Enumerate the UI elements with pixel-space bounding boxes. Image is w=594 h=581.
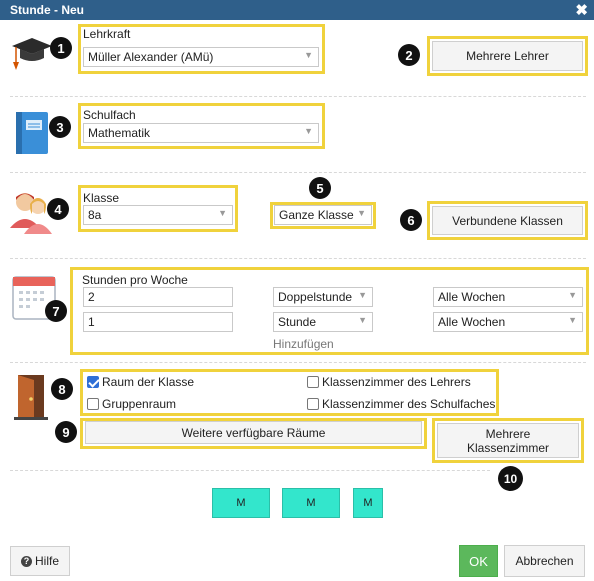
close-icon[interactable]: ✖ [575, 1, 588, 19]
help-button[interactable]: ? Hilfe [10, 546, 70, 576]
more-rooms-button[interactable]: Weitere verfügbare Räume [85, 421, 422, 444]
cancel-button[interactable]: Abbrechen [504, 545, 585, 577]
separator [10, 96, 586, 97]
teacher-select[interactable]: Müller Alexander (AMü) ▼ [83, 47, 319, 67]
hours-weeks-select[interactable]: Alle Wochen ▼ [433, 287, 583, 307]
checkbox[interactable] [307, 398, 319, 410]
subject-select-value: Mathematik [88, 126, 151, 140]
separator [10, 258, 586, 259]
hours-count-input[interactable]: 1 [83, 312, 233, 332]
checkbox-label: Klassenzimmer des Schulfaches [322, 397, 496, 411]
marker-button[interactable]: M [212, 488, 270, 518]
chevron-down-icon: ▼ [218, 208, 227, 218]
hours-weeks-value: Alle Wochen [438, 315, 506, 329]
multi-classrooms-button[interactable]: Mehrere Klassenzimmer [437, 423, 579, 458]
marker-button[interactable]: M [353, 488, 383, 518]
people-icon [10, 188, 52, 236]
chevron-down-icon: ▼ [358, 290, 367, 300]
room-option-subject[interactable]: Klassenzimmer des Schulfaches [307, 397, 495, 411]
hours-label: Stunden pro Woche [82, 273, 188, 287]
chevron-down-icon: ▼ [357, 208, 366, 218]
chevron-down-icon: ▼ [568, 315, 577, 325]
chevron-down-icon: ▼ [568, 290, 577, 300]
hours-weeks-select[interactable]: Alle Wochen ▼ [433, 312, 583, 332]
badge-5: 5 [309, 177, 331, 199]
linked-classes-button[interactable]: Verbundene Klassen [432, 206, 583, 235]
badge-9: 9 [55, 421, 77, 443]
multi-teacher-button[interactable]: Mehrere Lehrer [432, 41, 583, 71]
separator [10, 172, 586, 173]
door-icon [14, 372, 50, 420]
room-option-group[interactable]: Gruppenraum [87, 397, 176, 411]
checkbox-label: Gruppenraum [102, 397, 177, 411]
class-scope-select[interactable]: Ganze Klasse ▼ [274, 205, 372, 225]
hours-type-value: Doppelstunde [278, 290, 353, 304]
hours-type-select[interactable]: Doppelstunde ▼ [273, 287, 373, 307]
book-icon [13, 110, 53, 156]
graduation-cap-icon [10, 32, 54, 74]
hours-count-input[interactable]: 2 [83, 287, 233, 307]
hours-type-value: Stunde [278, 315, 317, 329]
checkbox-label: Klassenzimmer des Lehrers [322, 375, 471, 389]
badge-6: 6 [400, 209, 422, 231]
class-scope-value: Ganze Klasse [279, 208, 354, 222]
ok-button[interactable]: OK [459, 545, 498, 577]
checkbox[interactable] [87, 398, 99, 410]
chevron-down-icon: ▼ [358, 315, 367, 325]
class-label: Klasse [83, 191, 120, 205]
room-option-class[interactable]: Raum der Klasse [87, 375, 194, 389]
badge-1: 1 [50, 37, 72, 59]
teacher-select-value: Müller Alexander (AMü) [88, 50, 214, 64]
badge-8: 8 [51, 378, 73, 400]
window-title: Stunde - Neu [10, 3, 84, 17]
checkbox-label: Raum der Klasse [102, 375, 195, 389]
marker-button[interactable]: M [282, 488, 340, 518]
hours-type-select[interactable]: Stunde ▼ [273, 312, 373, 332]
badge-10: 10 [498, 466, 523, 491]
badge-2: 2 [398, 44, 420, 66]
class-select-value: 8a [88, 208, 102, 222]
hours-weeks-value: Alle Wochen [438, 290, 506, 304]
checkbox[interactable] [87, 376, 99, 388]
help-icon: ? [20, 555, 32, 567]
title-bar: Stunde - Neu ✖ [0, 0, 594, 20]
room-option-teacher[interactable]: Klassenzimmer des Lehrers [307, 375, 471, 389]
separator [10, 470, 490, 471]
separator [10, 362, 586, 363]
badge-4: 4 [47, 198, 69, 220]
class-select[interactable]: 8a ▼ [83, 205, 233, 225]
chevron-down-icon: ▼ [304, 50, 313, 60]
badge-3: 3 [49, 116, 71, 138]
subject-label: Schulfach [83, 108, 136, 122]
subject-select[interactable]: Mathematik ▼ [83, 123, 319, 143]
checkbox[interactable] [307, 376, 319, 388]
chevron-down-icon: ▼ [304, 126, 313, 136]
teacher-label: Lehrkraft [83, 27, 131, 41]
badge-7: 7 [45, 300, 67, 322]
add-hours-link[interactable]: Hinzufügen [273, 337, 334, 351]
help-label: Hilfe [34, 554, 59, 568]
